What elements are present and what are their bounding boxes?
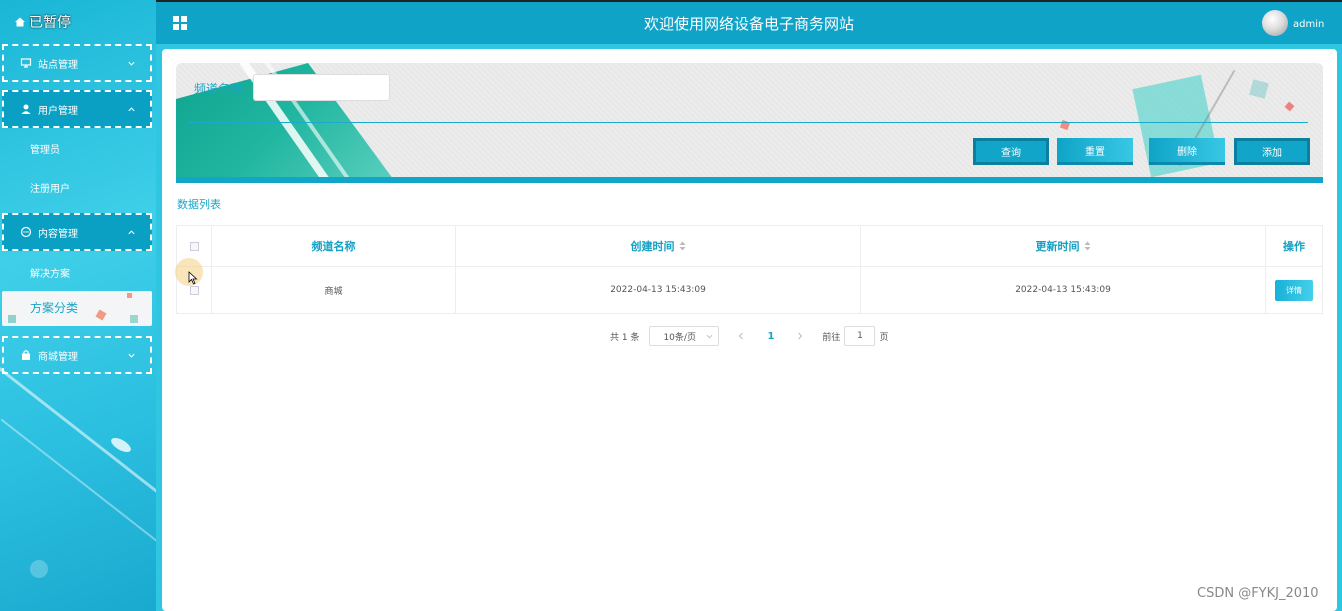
add-button[interactable]: 添加 (1234, 138, 1310, 165)
decoration (130, 315, 138, 323)
user-icon (21, 104, 31, 114)
divider (176, 177, 1323, 183)
avatar[interactable] (1262, 10, 1288, 36)
sidebar-item-registered-users[interactable]: 注册用户 (30, 180, 70, 195)
bag-icon (22, 350, 30, 360)
menu-group-label: 商城管理 (38, 351, 78, 363)
home-icon (15, 17, 25, 27)
query-button[interactable]: 查询 (973, 138, 1049, 165)
menu-group-content[interactable]: 内容管理 (2, 213, 152, 251)
goto-label: 前往 (822, 332, 841, 343)
menu-group-label: 用户管理 (38, 105, 78, 117)
mouse-pointer-icon (188, 271, 198, 285)
detail-button[interactable]: 详情 (1275, 279, 1313, 301)
header-cell[interactable]: 创建时间 (456, 226, 861, 266)
menu-group-shop[interactable]: 商城管理 (2, 336, 152, 374)
sidebar-item-solutions[interactable]: 解决方案 (30, 265, 70, 280)
column-header: 创建时间 (630, 240, 675, 253)
menu-group-site[interactable]: 站点管理 (2, 44, 152, 82)
channel-name-label: 频道名称 (194, 82, 243, 96)
data-table: 频道名称 创建时间 更新时间 操作 商城 2022-04-13 15:43:09… (176, 225, 1323, 314)
reset-button[interactable]: 重置 (1057, 138, 1133, 165)
page-number-current[interactable]: 1 (767, 331, 774, 342)
header-cell[interactable]: 更新时间 (861, 226, 1266, 266)
menu-group-label: 站点管理 (38, 59, 78, 71)
table-header: 频道名称 创建时间 更新时间 操作 (177, 226, 1322, 267)
sidebar-item-admin[interactable]: 管理员 (30, 141, 60, 156)
table-row: 商城 2022-04-13 15:43:09 2022-04-13 15:43:… (177, 267, 1322, 313)
chevron-down-icon (707, 334, 713, 339)
select-all-checkbox[interactable] (189, 241, 199, 251)
decoration (8, 315, 16, 323)
chevron-down-icon (128, 353, 135, 358)
table-cell: 商城 (212, 267, 456, 313)
top-header: 欢迎使用网络设备电子商务网站 admin (156, 0, 1342, 44)
chevron-up-icon (128, 107, 135, 112)
sidebar: 已暂停 站点管理 用户管理 管理员 注册用户 内容管理 解决方案 方案分类 商城… (0, 0, 156, 611)
table-cell: 详情 (1266, 267, 1322, 313)
search-panel: 频道名称 查询 重置 删除 添加 (176, 63, 1323, 183)
menu-group-user[interactable]: 用户管理 (2, 90, 152, 128)
list-title: 数据列表 (177, 198, 221, 211)
sort-icon[interactable] (1084, 241, 1091, 251)
next-page-icon[interactable] (796, 332, 804, 340)
page-suffix: 页 (879, 332, 889, 343)
decoration (1284, 101, 1295, 112)
decoration (108, 435, 134, 455)
page-size-select[interactable]: 10条/页 (649, 326, 720, 346)
header-cell: 频道名称 (212, 226, 456, 266)
prev-page-icon[interactable] (737, 332, 745, 340)
decoration (95, 309, 107, 321)
page-title: 欢迎使用网络设备电子商务网站 (643, 15, 854, 33)
chevron-up-icon (128, 230, 135, 235)
pagination-total: 共 1 条 (610, 332, 640, 343)
page-size-value: 10条/页 (663, 332, 696, 343)
brand-label: 已暂停 (29, 15, 71, 31)
chevron-down-icon (128, 61, 135, 66)
sidebar-item-label: 方案分类 (30, 301, 79, 315)
header-cell: 操作 (1266, 226, 1322, 266)
goto-page-input[interactable]: 1 (844, 326, 876, 346)
table-cell: 2022-04-13 15:43:09 (456, 267, 861, 313)
delete-button[interactable]: 删除 (1149, 138, 1225, 165)
brand[interactable]: 已暂停 (14, 12, 71, 32)
pagination: 共 1 条 10条/页 1 前往 1 页 (610, 326, 888, 346)
username[interactable]: admin (1293, 19, 1324, 30)
row-checkbox[interactable] (189, 285, 199, 295)
menu-group-label: 内容管理 (38, 228, 78, 240)
column-header: 频道名称 (311, 240, 356, 253)
watermark: CSDN @FYKJ_2010 (1197, 586, 1319, 601)
divider (188, 122, 1308, 123)
sidebar-item-solution-category[interactable]: 方案分类 (2, 291, 152, 326)
column-header: 更新时间 (1035, 240, 1080, 253)
table-cell: 2022-04-13 15:43:09 (861, 267, 1266, 313)
chat-icon (20, 226, 32, 238)
decoration (127, 293, 132, 298)
monitor-icon (20, 58, 32, 68)
sort-icon[interactable] (679, 241, 686, 251)
decoration (1249, 79, 1269, 99)
main-content: 频道名称 查询 重置 删除 添加 数据列表 频道名称 创建时间 更新时间 操作 … (162, 49, 1337, 611)
column-header: 操作 (1283, 240, 1305, 253)
channel-name-input[interactable] (253, 74, 390, 101)
decoration (30, 560, 48, 578)
